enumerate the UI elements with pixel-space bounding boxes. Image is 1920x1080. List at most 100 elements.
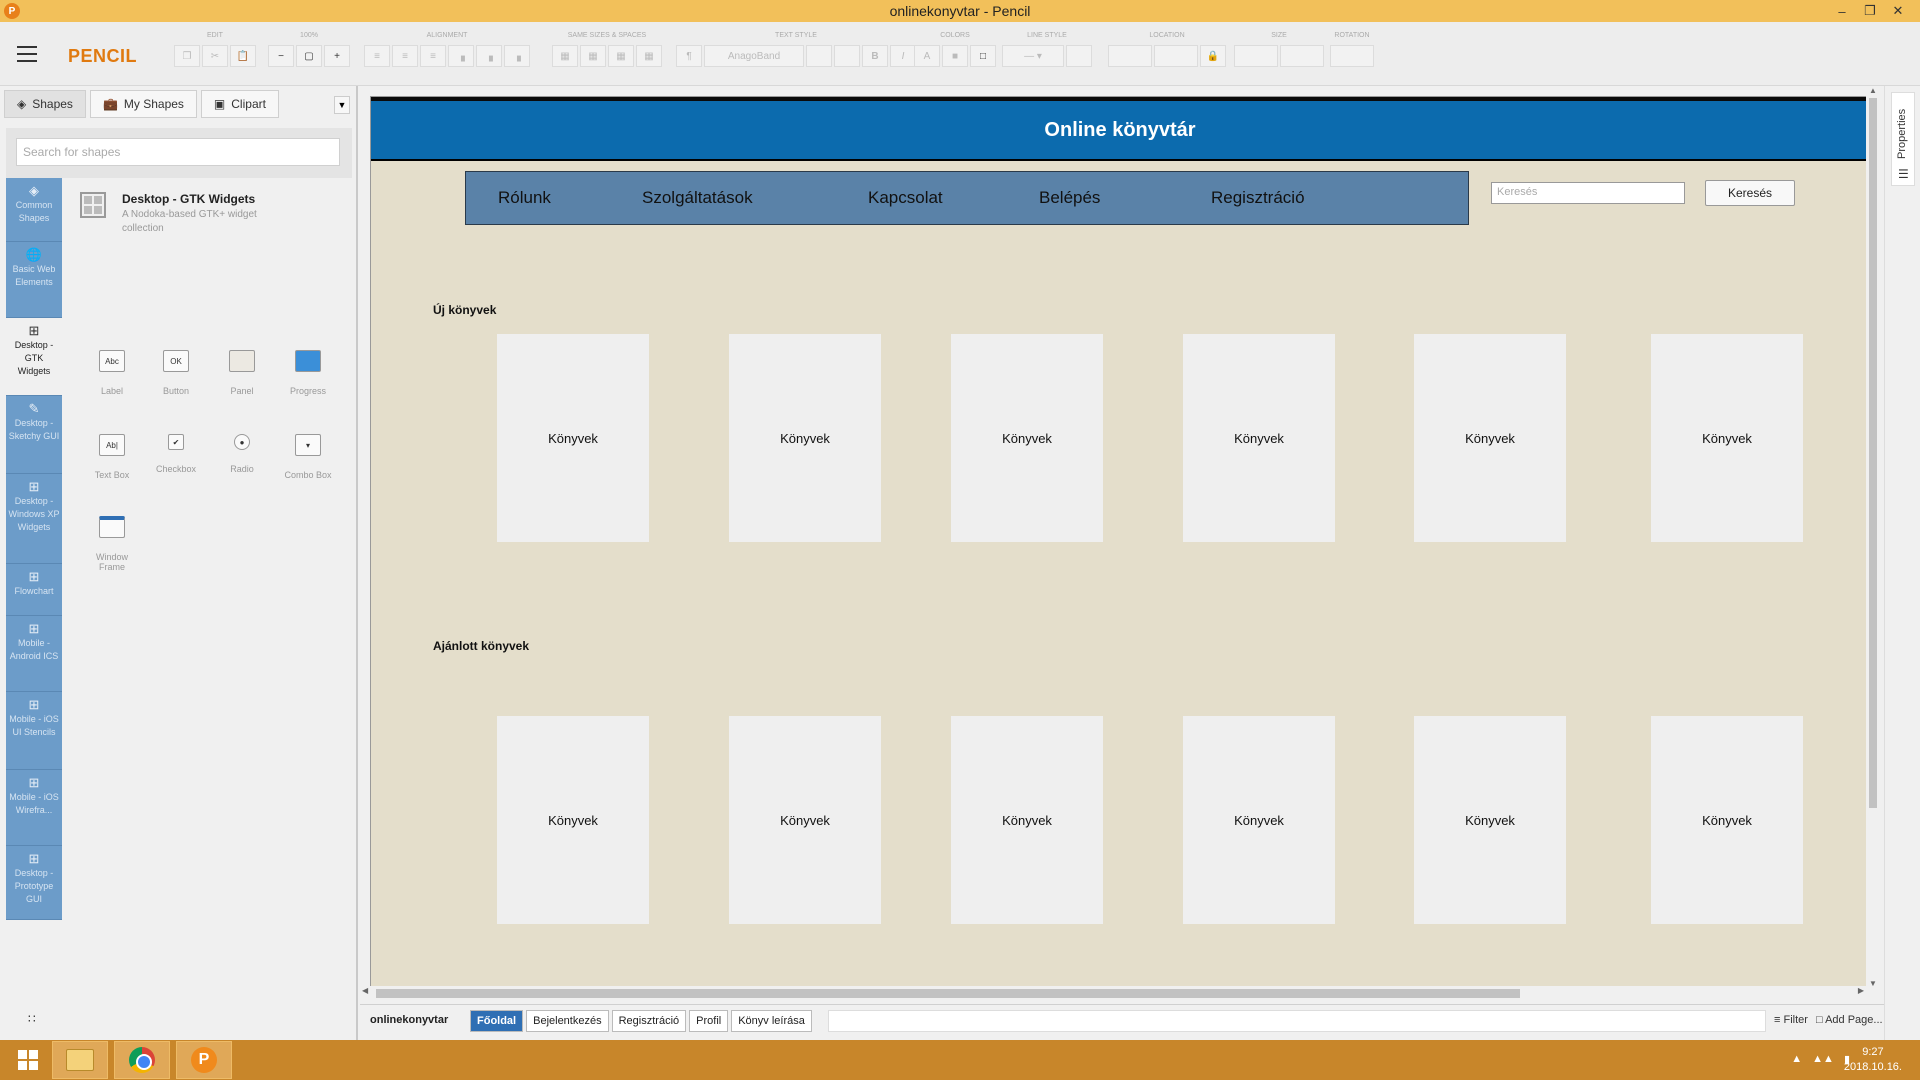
network-icon[interactable]: ▲▲ — [1812, 1053, 1834, 1066]
category-android-ics[interactable]: ⊞ Mobile - Android ICS — [6, 616, 62, 692]
book-card[interactable]: Könyvek — [1651, 334, 1803, 542]
line-style-select[interactable]: — ▾ — [1002, 45, 1064, 67]
nav-rolunk[interactable]: Rólunk — [498, 188, 551, 208]
category-flowchart[interactable]: ⊞ Flowchart — [6, 564, 62, 616]
category-windows-xp[interactable]: ⊞ Desktop - Windows XP Widgets — [6, 474, 62, 564]
menu-icon[interactable] — [17, 46, 37, 62]
site-search-button[interactable]: Keresés — [1705, 180, 1795, 206]
align-middle-icon[interactable]: ▗ — [476, 45, 502, 67]
shape-window-frame[interactable]: Window Frame — [84, 516, 140, 572]
category-gtk-widgets[interactable]: ⊞ Desktop - GTK Widgets — [6, 318, 62, 396]
pin-icon[interactable]: ▼ — [334, 96, 350, 114]
book-card[interactable]: Könyvek — [497, 716, 649, 924]
font-size-stepper[interactable] — [834, 45, 860, 67]
shape-radio[interactable]: ● Radio — [214, 434, 270, 474]
category-basic-web[interactable]: 🌐 Basic Web Elements — [6, 242, 62, 318]
tray-expand-icon[interactable]: ▲ — [1791, 1053, 1802, 1066]
new-books-heading[interactable]: Új könyvek — [433, 303, 496, 317]
fit-icon[interactable]: ▢ — [296, 45, 322, 67]
site-search-input[interactable]: Keresés — [1491, 182, 1685, 204]
mockup-page[interactable]: Online könyvtár Rólunk Szolgáltatások Ka… — [370, 96, 1868, 988]
zoom-in-icon[interactable]: + — [324, 45, 350, 67]
category-sketchy-gui[interactable]: ✎ Desktop - Sketchy GUI — [6, 396, 62, 474]
taskbar-pencil[interactable]: P — [176, 1041, 232, 1079]
book-card[interactable]: Könyvek — [1183, 334, 1335, 542]
vertical-scrollbar[interactable]: ▲ ▼ — [1866, 86, 1880, 988]
rotation-field[interactable] — [1330, 45, 1374, 67]
book-card[interactable]: Könyvek — [1414, 334, 1566, 542]
book-card[interactable]: Könyvek — [951, 716, 1103, 924]
start-button[interactable] — [0, 1041, 56, 1079]
align-bottom-icon[interactable]: ▗ — [504, 45, 530, 67]
vertical-scroll-thumb[interactable] — [1869, 98, 1877, 808]
location-x-field[interactable] — [1108, 45, 1152, 67]
shape-button[interactable]: OK Button — [148, 350, 204, 396]
page-tab-fooldal[interactable]: Főoldal — [470, 1010, 524, 1032]
book-card[interactable]: Könyvek — [1651, 716, 1803, 924]
scroll-up-icon[interactable]: ▲ — [1866, 86, 1880, 95]
horizontal-scrollbar[interactable]: ◀ ▶ — [360, 986, 1866, 1000]
site-navbar[interactable]: Rólunk Szolgáltatások Kapcsolat Belépés … — [465, 171, 1469, 225]
nav-regisztracio[interactable]: Regisztráció — [1211, 188, 1305, 208]
tab-shapes[interactable]: ◈ Shapes — [4, 90, 86, 118]
filter-button[interactable]: ≡ Filter — [1774, 1014, 1808, 1026]
nav-szolgaltatasok[interactable]: Szolgáltatások — [642, 188, 753, 208]
clock[interactable]: 9:27 2018.10.16. — [1844, 1045, 1902, 1075]
book-card[interactable]: Könyvek — [951, 334, 1103, 542]
scroll-down-icon[interactable]: ▼ — [1866, 979, 1880, 988]
space-v-icon[interactable]: ▦ — [636, 45, 662, 67]
stroke-color-icon[interactable]: □ — [970, 45, 996, 67]
category-prototype-gui[interactable]: ⊞ Desktop - Prototype GUI — [6, 846, 62, 920]
scroll-right-icon[interactable]: ▶ — [1858, 986, 1864, 995]
width-field[interactable] — [1234, 45, 1278, 67]
shape-text-box[interactable]: Ab| Text Box — [84, 434, 140, 480]
taskbar-explorer[interactable] — [52, 1041, 108, 1079]
close-icon[interactable]: ✕ — [1884, 0, 1912, 22]
book-card[interactable]: Könyvek — [497, 334, 649, 542]
page-tab-profil[interactable]: Profil — [689, 1010, 729, 1032]
tab-my-shapes[interactable]: 💼 My Shapes — [89, 90, 197, 118]
page-tab-regisztracio[interactable]: Regisztráció — [611, 1010, 687, 1032]
taskbar-chrome[interactable] — [114, 1041, 170, 1079]
shape-label[interactable]: Abc Label — [84, 350, 140, 396]
paste-icon[interactable]: 📋 — [230, 45, 256, 67]
page-tab-konyv-leirasa[interactable]: Könyv leírása — [731, 1010, 812, 1032]
book-card[interactable]: Könyvek — [1414, 716, 1566, 924]
category-ios-wireframe[interactable]: ⊞ Mobile - iOS Wirefra... — [6, 770, 62, 846]
site-banner[interactable]: Online könyvtár — [371, 97, 1867, 161]
recommended-books-heading[interactable]: Ajánlott könyvek — [433, 639, 529, 653]
location-y-field[interactable] — [1154, 45, 1198, 67]
book-card[interactable]: Könyvek — [729, 716, 881, 924]
align-center-icon[interactable]: ≡ — [392, 45, 418, 67]
align-right-icon[interactable]: ≡ — [420, 45, 446, 67]
shape-panel[interactable]: Panel — [214, 350, 270, 396]
minimize-icon[interactable]: – — [1828, 0, 1856, 22]
document-name[interactable]: onlinekonyvtar — [370, 1014, 448, 1026]
nav-belepes[interactable]: Belépés — [1039, 188, 1100, 208]
same-height-icon[interactable]: ▦ — [580, 45, 606, 67]
shape-combo-box[interactable]: ▾ Combo Box — [280, 434, 336, 480]
text-color-icon[interactable]: A — [914, 45, 940, 67]
apps-grid-icon[interactable]: ∷ — [28, 1012, 36, 1026]
book-card[interactable]: Könyvek — [1183, 716, 1335, 924]
italic-icon[interactable]: I — [890, 45, 916, 67]
category-ios-stencils[interactable]: ⊞ Mobile - iOS UI Stencils — [6, 692, 62, 770]
zoom-out-icon[interactable]: − — [268, 45, 294, 67]
height-field[interactable] — [1280, 45, 1324, 67]
shape-checkbox[interactable]: ✔ Checkbox — [148, 434, 204, 474]
cut-icon[interactable]: ✂ — [202, 45, 228, 67]
font-select[interactable]: AnagoBand — [704, 45, 804, 67]
book-card[interactable]: Könyvek — [729, 334, 881, 542]
category-common-shapes[interactable]: ◈ Common Shapes — [6, 178, 62, 242]
fill-color-icon[interactable]: ■ — [942, 45, 968, 67]
drawing-canvas[interactable]: Online könyvtár Rólunk Szolgáltatások Ka… — [360, 86, 1880, 988]
font-size-field[interactable] — [806, 45, 832, 67]
line-width-field[interactable] — [1066, 45, 1092, 67]
format-painter-icon[interactable]: ¶ — [676, 45, 702, 67]
bold-icon[interactable]: B — [862, 45, 888, 67]
restore-icon[interactable]: ❐ — [1856, 0, 1884, 22]
align-left-icon[interactable]: ≡ — [364, 45, 390, 67]
properties-tab[interactable]: Properties ☰ — [1891, 92, 1915, 186]
shape-search-input[interactable]: Search for shapes — [16, 138, 340, 166]
align-top-icon[interactable]: ▗ — [448, 45, 474, 67]
